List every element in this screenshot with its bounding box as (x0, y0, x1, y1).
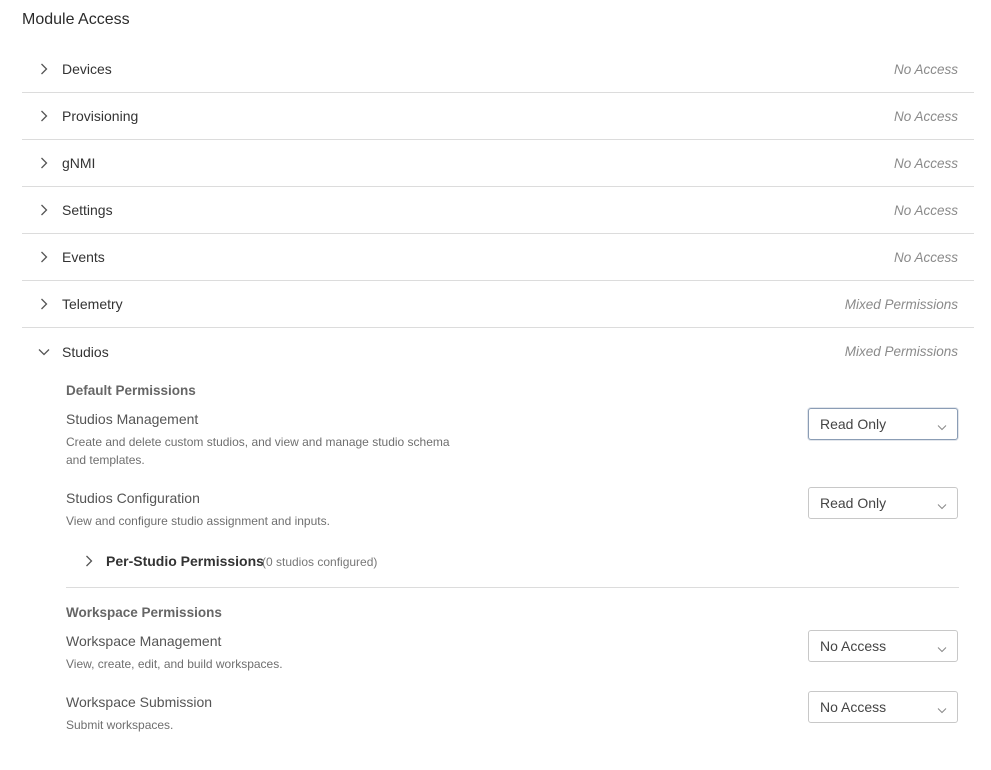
page-title: Module Access (22, 11, 130, 28)
studios-management-description: Create and delete custom studios, and vi… (66, 435, 450, 467)
module-row-provisioning[interactable]: Provisioning No Access (22, 93, 974, 140)
module-name: Telemetry (62, 296, 123, 312)
chevron-down-icon (937, 419, 947, 435)
per-studio-permissions-row[interactable]: Per-Studio Permissions (0 studios config… (66, 551, 959, 588)
module-name: Events (62, 249, 105, 265)
module-name: Studios (62, 343, 109, 360)
module-status: No Access (893, 202, 958, 218)
per-studio-count: (0 studios configured) (262, 555, 378, 569)
chevron-right-icon[interactable] (37, 297, 51, 311)
module-row-devices[interactable]: Devices No Access (22, 46, 974, 93)
studios-configuration-label: Studios Configuration (66, 490, 200, 506)
workspace-management-label: Workspace Management (66, 633, 222, 649)
module-status: No Access (893, 249, 958, 265)
studios-configuration-description: View and configure studio assignment and… (66, 514, 330, 528)
module-row-gnmi[interactable]: gNMI No Access (22, 140, 974, 187)
chevron-down-icon (937, 498, 947, 514)
module-status: Mixed Permissions (844, 344, 958, 359)
chevron-right-icon[interactable] (37, 250, 51, 264)
workspace-permissions-heading: Workspace Permissions (66, 605, 222, 620)
module-status: No Access (893, 108, 958, 124)
module-status: No Access (893, 155, 958, 171)
chevron-down-icon (937, 702, 947, 718)
select-value: No Access (820, 638, 887, 654)
chevron-right-icon[interactable] (37, 109, 51, 123)
studios-configuration-select[interactable]: Read Only (808, 487, 958, 519)
select-value: Read Only (820, 495, 887, 511)
module-row-events[interactable]: Events No Access (22, 234, 974, 281)
workspace-submission-label: Workspace Submission (66, 694, 213, 710)
chevron-right-icon[interactable] (37, 203, 51, 217)
workspace-submission-description: Submit workspaces. (66, 718, 174, 732)
studios-management-select[interactable]: Read Only (808, 408, 958, 440)
select-value: Read Only (820, 416, 887, 432)
per-studio-permissions-title: Per-Studio Permissions (106, 553, 264, 569)
module-name: Settings (62, 202, 113, 218)
module-name: gNMI (62, 155, 96, 171)
chevron-right-icon[interactable] (37, 62, 51, 76)
workspace-management-select[interactable]: No Access (808, 630, 958, 662)
chevron-right-icon[interactable] (82, 554, 96, 568)
module-row-studios[interactable]: Studios Mixed Permissions (22, 328, 974, 375)
workspace-management-description: View, create, edit, and build workspaces… (66, 657, 283, 671)
select-value: No Access (820, 699, 887, 715)
chevron-right-icon[interactable] (37, 156, 51, 170)
module-name: Provisioning (62, 108, 139, 124)
chevron-down-icon (937, 641, 947, 657)
module-status: Mixed Permissions (844, 296, 958, 312)
studios-panel: Default Permissions Studios Management C… (22, 375, 974, 770)
workspace-submission-select[interactable]: No Access (808, 691, 958, 723)
module-row-telemetry[interactable]: Telemetry Mixed Permissions (22, 281, 974, 328)
default-permissions-heading: Default Permissions (66, 383, 196, 398)
module-status: No Access (893, 61, 958, 77)
module-list: Devices No Access Provisioning No Access… (22, 46, 974, 770)
studios-management-label: Studios Management (66, 411, 199, 427)
module-name: Devices (62, 61, 112, 77)
module-row-settings[interactable]: Settings No Access (22, 187, 974, 234)
chevron-down-icon[interactable] (37, 345, 51, 359)
